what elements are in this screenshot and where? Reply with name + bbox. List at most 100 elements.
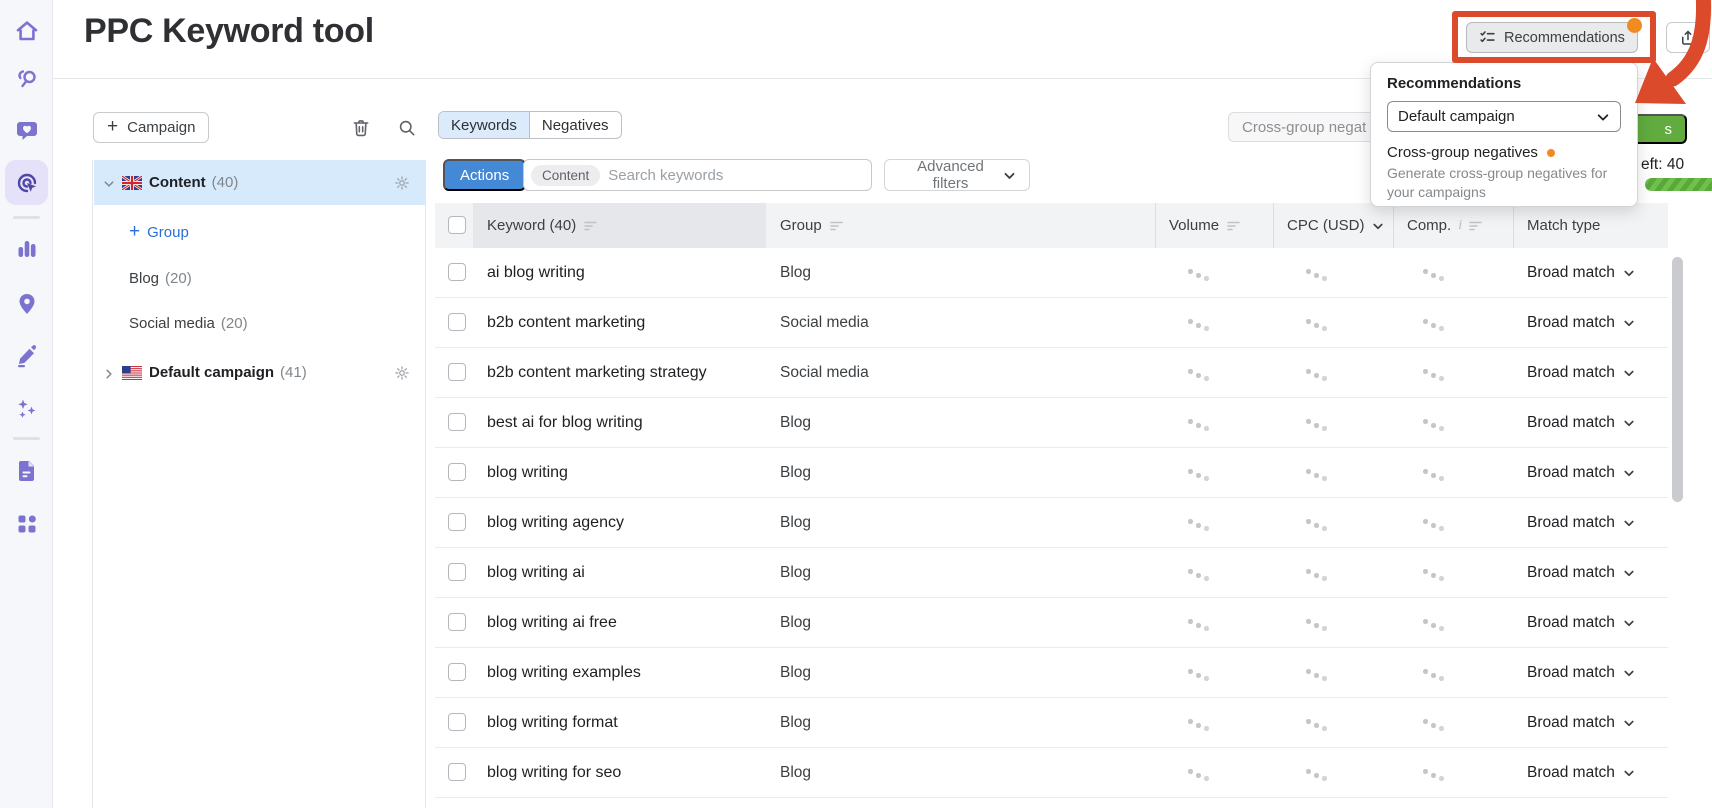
column-header-volume[interactable]: Volume	[1169, 203, 1240, 248]
match-type-dropdown[interactable]: Broad match	[1527, 498, 1635, 548]
tab-keywords[interactable]: Keywords	[439, 112, 529, 138]
icon-sidebar	[0, 0, 53, 808]
competition-loading-indicator	[1423, 619, 1447, 631]
notification-dot	[1627, 18, 1642, 33]
match-type-label: Broad match	[1527, 464, 1615, 481]
analytics-icon[interactable]	[15, 237, 39, 261]
add-group-link[interactable]: + Group	[94, 210, 426, 255]
sort-icon	[829, 221, 843, 230]
row-checkbox[interactable]	[448, 313, 466, 331]
recommendations-button[interactable]: Recommendations	[1466, 22, 1638, 53]
search-icon[interactable]	[397, 118, 417, 138]
apps-icon[interactable]	[15, 512, 39, 536]
column-header-group[interactable]: Group	[780, 203, 843, 248]
select-all-checkbox[interactable]	[448, 216, 466, 234]
home-icon[interactable]	[15, 19, 39, 43]
column-header-competition[interactable]: Comp. i	[1407, 203, 1482, 248]
volume-loading-indicator	[1188, 519, 1212, 531]
cross-group-negatives-button[interactable]: Cross-group negat	[1228, 112, 1386, 142]
match-type-dropdown[interactable]: Broad match	[1527, 448, 1635, 498]
row-checkbox[interactable]	[448, 513, 466, 531]
match-type-dropdown[interactable]: Broad match	[1527, 348, 1635, 398]
plus-icon: +	[107, 116, 119, 137]
match-type-dropdown[interactable]: Broad match	[1527, 698, 1635, 748]
row-checkbox[interactable]	[448, 613, 466, 631]
new-feature-dot	[1546, 148, 1555, 157]
keyword-cell: blog writing ai	[487, 564, 585, 581]
actions-button[interactable]: Actions	[443, 159, 527, 191]
column-header-keyword[interactable]: Keyword (40)	[487, 203, 598, 248]
match-type-dropdown[interactable]: Broad match	[1527, 648, 1635, 698]
match-type-dropdown[interactable]: Broad match	[1527, 298, 1635, 348]
export-share-icon	[1679, 29, 1697, 47]
volume-loading-indicator	[1188, 469, 1212, 481]
chevron-down-icon[interactable]	[103, 177, 115, 189]
match-type-label: Broad match	[1527, 514, 1615, 531]
column-header-label: Match type	[1527, 217, 1601, 234]
match-type-dropdown[interactable]: Broad match	[1527, 398, 1635, 448]
cross-group-negatives-label: Cross-group negatives	[1387, 144, 1538, 161]
cross-group-negatives-item[interactable]: Cross-group negatives	[1387, 144, 1621, 161]
tree-item-label: Default campaign	[149, 364, 275, 381]
gear-icon[interactable]	[394, 365, 410, 381]
row-checkbox[interactable]	[448, 713, 466, 731]
export-button[interactable]	[1666, 22, 1710, 53]
search-scope-tag[interactable]: Content	[531, 164, 601, 186]
row-checkbox[interactable]	[448, 413, 466, 431]
tree-item-content-campaign[interactable]: Content (40)	[94, 160, 426, 205]
row-checkbox[interactable]	[448, 463, 466, 481]
campaign-tree-panel: Content (40) + Group Blog (20) Social me…	[92, 160, 426, 808]
gear-icon[interactable]	[394, 175, 410, 191]
table-header: Keyword (40) Group Volume CPC (USD) Comp…	[435, 203, 1668, 248]
column-header-cpc[interactable]: CPC (USD)	[1287, 203, 1384, 248]
tree-item-blog-group[interactable]: Blog (20)	[94, 256, 426, 301]
engagement-icon[interactable]	[15, 119, 39, 143]
match-type-dropdown[interactable]: Broad match	[1527, 248, 1635, 298]
column-header-label: Volume	[1169, 217, 1220, 234]
match-type-dropdown[interactable]: Broad match	[1527, 748, 1635, 798]
chevron-down-icon	[1624, 720, 1634, 727]
tree-item-label: Blog	[129, 270, 160, 287]
group-cell: Social media	[780, 364, 869, 381]
chevron-right-icon[interactable]	[103, 367, 115, 379]
ai-sparkles-icon[interactable]	[15, 397, 39, 421]
match-type-dropdown[interactable]: Broad match	[1527, 548, 1635, 598]
cross-group-negatives-description: Generate cross-group negatives for your …	[1387, 165, 1608, 200]
row-checkbox[interactable]	[448, 263, 466, 281]
tab-negatives[interactable]: Negatives	[528, 112, 621, 138]
search-keywords-input[interactable]	[608, 166, 864, 184]
tree-item-default-campaign[interactable]: Default campaign (41)	[94, 350, 426, 395]
keyword-cell: blog writing for seo	[487, 764, 622, 781]
add-campaign-button[interactable]: + Campaign	[93, 112, 210, 143]
keyword-research-icon[interactable]	[15, 67, 39, 91]
row-checkbox[interactable]	[448, 563, 466, 581]
ppc-tool-icon[interactable]	[15, 171, 39, 195]
campaign-select[interactable]: Default campaign	[1387, 101, 1621, 132]
competition-loading-indicator	[1423, 419, 1447, 431]
chevron-down-icon	[1624, 320, 1634, 327]
competition-loading-indicator	[1423, 369, 1447, 381]
reports-icon[interactable]	[15, 459, 39, 483]
vertical-scrollbar[interactable]	[1672, 257, 1683, 502]
row-checkbox[interactable]	[448, 363, 466, 381]
row-checkbox[interactable]	[448, 763, 466, 781]
campaign-select-value: Default campaign	[1398, 108, 1515, 125]
match-type-label: Broad match	[1527, 264, 1615, 281]
content-editor-icon[interactable]	[15, 344, 39, 368]
match-type-label: Broad match	[1527, 614, 1615, 631]
column-header-match-type[interactable]: Match type	[1527, 203, 1600, 248]
tree-item-social-media-group[interactable]: Social media (20)	[94, 301, 426, 346]
chevron-down-icon	[1624, 520, 1634, 527]
match-type-label: Broad match	[1527, 414, 1615, 431]
delete-trash-icon[interactable]	[351, 118, 371, 138]
keyword-search-box[interactable]: Content	[523, 159, 872, 191]
uk-flag-icon	[122, 175, 142, 190]
match-type-dropdown[interactable]: Broad match	[1527, 598, 1635, 648]
group-cell: Blog	[780, 514, 812, 531]
add-keywords-button-label: s	[1664, 120, 1673, 138]
row-checkbox[interactable]	[448, 663, 466, 681]
local-marketing-icon[interactable]	[15, 292, 39, 316]
advanced-filters-button[interactable]: Advanced filters	[884, 158, 1030, 192]
chevron-down-icon	[1624, 770, 1634, 777]
match-type-label: Broad match	[1527, 564, 1615, 581]
